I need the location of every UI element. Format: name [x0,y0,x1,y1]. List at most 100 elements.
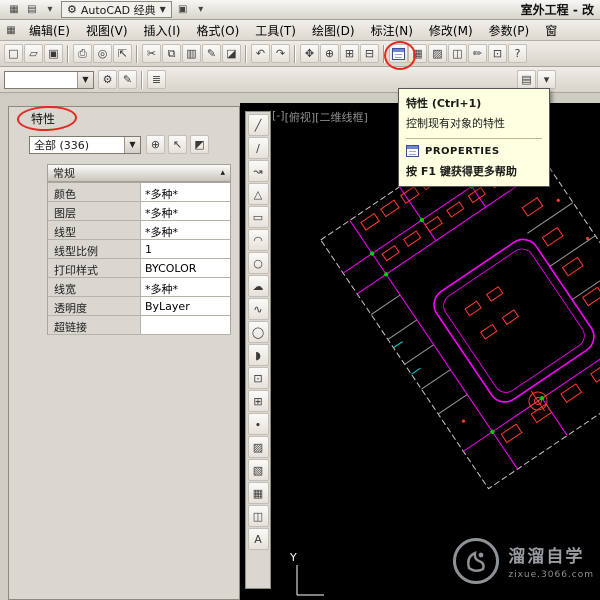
menu-app-icon[interactable]: ▦ [3,23,19,38]
workspace-menu-icon[interactable]: ▾ [193,2,209,17]
pan-icon[interactable]: ✥ [300,44,319,63]
layer-states-icon[interactable]: ✎ [118,70,137,89]
quick-select-icon[interactable]: ◩ [190,135,209,154]
selection-filter-combo[interactable]: 全部 (336) ▼ [29,135,141,154]
annotation-scale-icon[interactable]: ▾ [537,70,556,89]
multiline-text-icon[interactable]: A [247,528,269,550]
property-value[interactable]: *多种* [140,278,230,296]
menu-edit[interactable]: 编辑(E) [21,20,78,41]
viewport-visual-style-control[interactable]: [二维线框] [315,109,368,125]
property-value[interactable]: *多种* [140,183,230,201]
ellipse-icon[interactable]: ◯ [247,321,269,343]
draw-order-icon[interactable]: ▤ [517,70,536,89]
redo-icon[interactable]: ↷ [271,44,290,63]
select-objects-icon[interactable]: ↖ [168,135,187,154]
menu-insert[interactable]: 插入(I) [136,20,189,41]
markup-set-manager-icon[interactable]: ✏ [468,44,487,63]
quick-new-icon[interactable]: ▤ [24,2,40,17]
plot-icon[interactable]: ⎙ [73,44,92,63]
layer-properties-icon[interactable]: ⚙ [98,70,117,89]
chevron-down-icon[interactable]: ▼ [124,136,140,153]
spline-icon[interactable]: ∿ [247,298,269,320]
ellipse-arc-icon[interactable]: ◗ [247,344,269,366]
properties-tooltip: 特性 (Ctrl+1) 控制现有对象的特性 PROPERTIES 按 F1 键获… [398,88,550,187]
cut-icon[interactable]: ✂ [142,44,161,63]
menu-parametric[interactable]: 参数(P) [481,20,538,41]
circle-icon[interactable]: ○ [247,252,269,274]
point-icon[interactable]: ∙ [247,413,269,435]
viewport-menu-control[interactable]: [-] [272,109,285,125]
draw-toolbar: ╱ ∕ ↝ △ ▭ ◠ ○ ☁ ∿ ◯ ◗ ⊡ ⊞ ∙ ▨ ▧ ▦ ◫ A [245,111,271,589]
app-grid-icon[interactable]: ▦ [6,2,22,17]
property-value[interactable]: *多种* [140,221,230,239]
toolbar-separator [245,44,247,63]
property-value[interactable] [140,316,230,334]
save-icon[interactable]: ▣ [44,44,63,63]
menu-modify[interactable]: 修改(M) [421,20,481,41]
property-value[interactable]: *多种* [140,202,230,220]
properties-button[interactable] [384,41,416,70]
viewport-view-control[interactable]: [俯视] [285,109,316,125]
tooltip-description: 控制现有对象的特性 [406,117,505,130]
property-row: 超链接 [48,316,230,335]
menu-dimension[interactable]: 标注(N) [363,20,421,41]
toggle-pickadd-icon[interactable]: ⊕ [146,135,165,154]
tool-palettes-icon[interactable]: ▨ [428,44,447,63]
hatch-icon[interactable]: ▨ [247,436,269,458]
general-section-header[interactable]: 常规 ▴ [47,164,231,182]
designcenter-icon[interactable]: ▦ [408,44,427,63]
block-editor-icon[interactable]: ◪ [222,44,241,63]
menu-format[interactable]: 格式(O) [188,20,247,41]
property-label: 线型 [54,226,76,239]
zoom-window-icon[interactable]: ⊞ [340,44,359,63]
publish-icon[interactable]: ⇱ [113,44,132,63]
insert-block-icon[interactable]: ⊡ [247,367,269,389]
toolbar-separator [141,70,143,89]
line-icon[interactable]: ╱ [247,114,269,136]
table-icon[interactable]: ◫ [247,505,269,527]
menu-draw[interactable]: 绘图(D) [304,20,363,41]
palette-titlebar[interactable]: 特性 [9,104,239,132]
gradient-icon[interactable]: ▧ [247,459,269,481]
arc-icon[interactable]: ◠ [247,229,269,251]
property-value[interactable]: 1 [140,240,230,258]
workspace-label: AutoCAD 经典 [80,3,156,17]
title-bar: ▦ ▤ ▾ ⚙ AutoCAD 经典 ▼ ▣ ▾ 室外工程 - 改 [0,0,600,20]
plot-preview-icon[interactable]: ◎ [93,44,112,63]
quickcalc-icon[interactable]: ⊡ [488,44,507,63]
rectangle-icon[interactable]: ▭ [247,206,269,228]
workspace-switcher[interactable]: ⚙ AutoCAD 经典 ▼ [61,1,172,18]
polygon-icon[interactable]: △ [247,183,269,205]
copy-icon[interactable]: ⧉ [162,44,181,63]
zoom-realtime-icon[interactable]: ⊕ [320,44,339,63]
layer-combo[interactable]: ▼ [4,70,94,89]
menu-window[interactable]: 窗 [537,20,565,41]
revision-cloud-icon[interactable]: ☁ [247,275,269,297]
layer-list-icon[interactable]: ≣ [147,70,166,89]
property-row: 线型比例 1 [48,240,230,259]
polyline-icon[interactable]: ↝ [247,160,269,182]
zoom-previous-icon[interactable]: ⊟ [360,44,379,63]
match-properties-icon[interactable]: ✎ [202,44,221,63]
property-value[interactable]: BYCOLOR [140,259,230,277]
construction-line-icon[interactable]: ∕ [247,137,269,159]
property-value[interactable]: ByLayer [140,297,230,315]
open-file-icon[interactable]: ▱ [24,44,43,63]
menu-tools[interactable]: 工具(T) [247,20,304,41]
palette-controls: 全部 (336) ▼ ⊕ ↖ ◩ [29,135,229,154]
menu-view[interactable]: 视图(V) [78,20,136,41]
make-block-icon[interactable]: ⊞ [247,390,269,412]
toolbar-separator [383,44,385,63]
undo-icon[interactable]: ↶ [251,44,270,63]
sheet-set-manager-icon[interactable]: ◫ [448,44,467,63]
region-icon[interactable]: ▦ [247,482,269,504]
collapse-icon[interactable]: ▴ [220,168,225,178]
paste-icon[interactable]: ▥ [182,44,201,63]
new-file-icon[interactable]: □ [4,44,23,63]
clipboard-tool-group: ✂ ⧉ ▥ ✎ ◪ [142,44,241,63]
chevron-down-icon[interactable]: ▼ [77,71,93,88]
workspace-save-icon[interactable]: ▣ [175,2,191,17]
quick-access-dropdown-icon[interactable]: ▾ [42,2,58,17]
standard-toolbar: □ ▱ ▣ ⎙ ◎ ⇱ ✂ ⧉ ▥ ✎ ◪ ↶ ↷ ✥ ⊕ ⊞ ⊟ ▦ ▨ ◫ ✏ ⊡? [0,41,600,70]
help-icon[interactable]: ? [508,44,527,63]
